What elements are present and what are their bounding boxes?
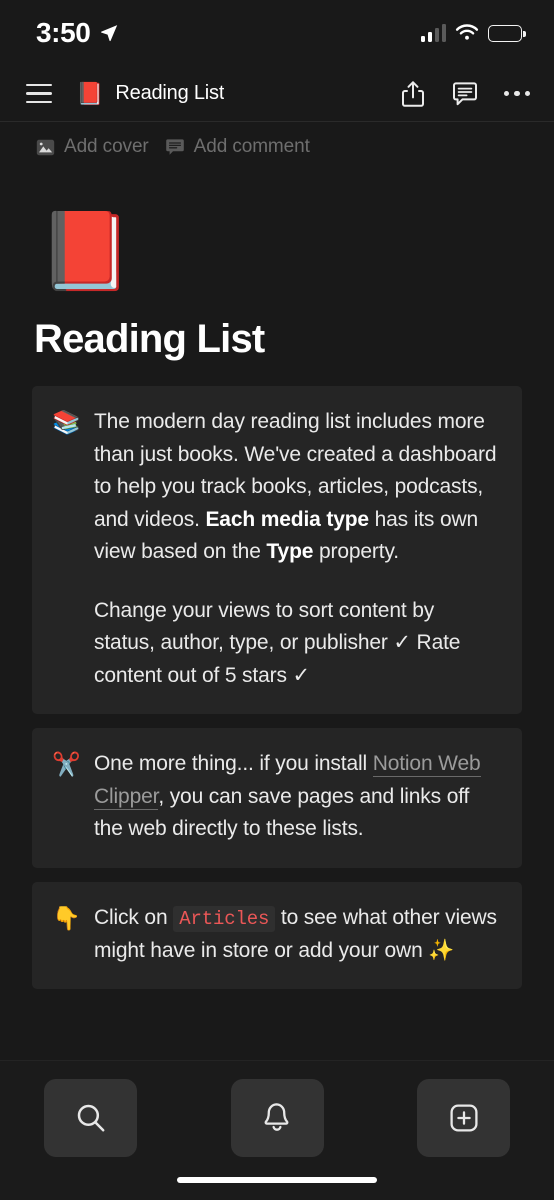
pointing-down-emoji: 👇 — [52, 905, 81, 932]
home-indicator — [177, 1177, 377, 1183]
wifi-icon — [455, 24, 479, 40]
new-page-button[interactable] — [417, 1079, 510, 1157]
header-title: Reading List — [115, 82, 225, 104]
status-bar-left: 3:50 — [36, 19, 119, 47]
callout-block[interactable]: 👇 Click on Articles to see what other vie… — [32, 882, 522, 990]
search-button[interactable] — [44, 1079, 137, 1157]
callout-paragraph: The modern day reading list includes mor… — [94, 406, 500, 569]
add-comment-button[interactable]: Add comment — [165, 136, 310, 158]
text-run: One more thing... if you install — [94, 752, 373, 776]
phone-screen: 3:50 📕 Reading List Add cover Add commen… — [0, 0, 554, 1200]
share-icon[interactable] — [398, 79, 428, 109]
header-actions — [398, 79, 532, 109]
cellular-signal-icon — [420, 24, 446, 42]
add-cover-button[interactable]: Add cover — [36, 136, 149, 158]
page-body: 📕 Reading List 📚 The modern day reading l… — [0, 204, 554, 990]
scissors-emoji: ✂️ — [52, 751, 81, 778]
location-arrow-icon — [101, 25, 118, 42]
bold-text: Type — [266, 540, 314, 564]
header-page-emoji: 📕 — [76, 80, 104, 106]
new-page-icon — [449, 1104, 478, 1132]
app-header: 📕 Reading List — [0, 66, 554, 122]
bold-text: Each media type — [205, 507, 369, 531]
page-title[interactable]: Reading List — [34, 316, 522, 362]
inline-code[interactable]: Articles — [173, 906, 276, 933]
callout-paragraph: Click on Articles to see what other view… — [94, 902, 500, 967]
status-time: 3:50 — [36, 17, 91, 48]
text-run: Change your views to sort content by sta… — [94, 598, 461, 687]
books-emoji: 📚 — [52, 409, 81, 435]
callout-list: 📚 The modern day reading list includes mo… — [32, 386, 522, 990]
battery-icon — [488, 24, 526, 42]
bottom-tab-bar — [0, 1060, 554, 1200]
callout-paragraph: One more thing... if you install Notion … — [94, 748, 500, 846]
page-scroll-area[interactable]: Add cover Add comment 📕 Reading List 📚 Th… — [0, 122, 554, 1060]
image-icon — [36, 139, 55, 155]
comment-icon — [165, 138, 184, 155]
callout-block[interactable]: 📚 The modern day reading list includes mo… — [32, 386, 522, 715]
add-cover-label: Add cover — [64, 136, 149, 157]
more-options-icon[interactable] — [502, 79, 532, 109]
hamburger-menu-icon[interactable] — [16, 72, 62, 116]
callout-text: The modern day reading list includes mor… — [94, 406, 500, 692]
callout-text: Click on Articles to see what other view… — [94, 902, 500, 967]
comment-icon[interactable] — [450, 79, 480, 109]
status-bar: 3:50 — [0, 0, 554, 66]
add-comment-label: Add comment — [193, 136, 310, 157]
page-icon-emoji[interactable]: 📕 — [38, 204, 522, 300]
search-icon — [77, 1104, 104, 1132]
callout-text: One more thing... if you install Notion … — [94, 748, 500, 846]
text-run: Click on — [94, 906, 174, 930]
text-run: property. — [313, 540, 399, 564]
page-meta-row: Add cover Add comment — [0, 122, 554, 162]
bell-icon — [264, 1103, 289, 1131]
callout-paragraph: Change your views to sort content by sta… — [94, 595, 500, 693]
callout-block[interactable]: ✂️ One more thing... if you install Notio… — [32, 728, 522, 869]
notifications-button[interactable] — [230, 1079, 324, 1157]
status-bar-right — [420, 24, 526, 42]
